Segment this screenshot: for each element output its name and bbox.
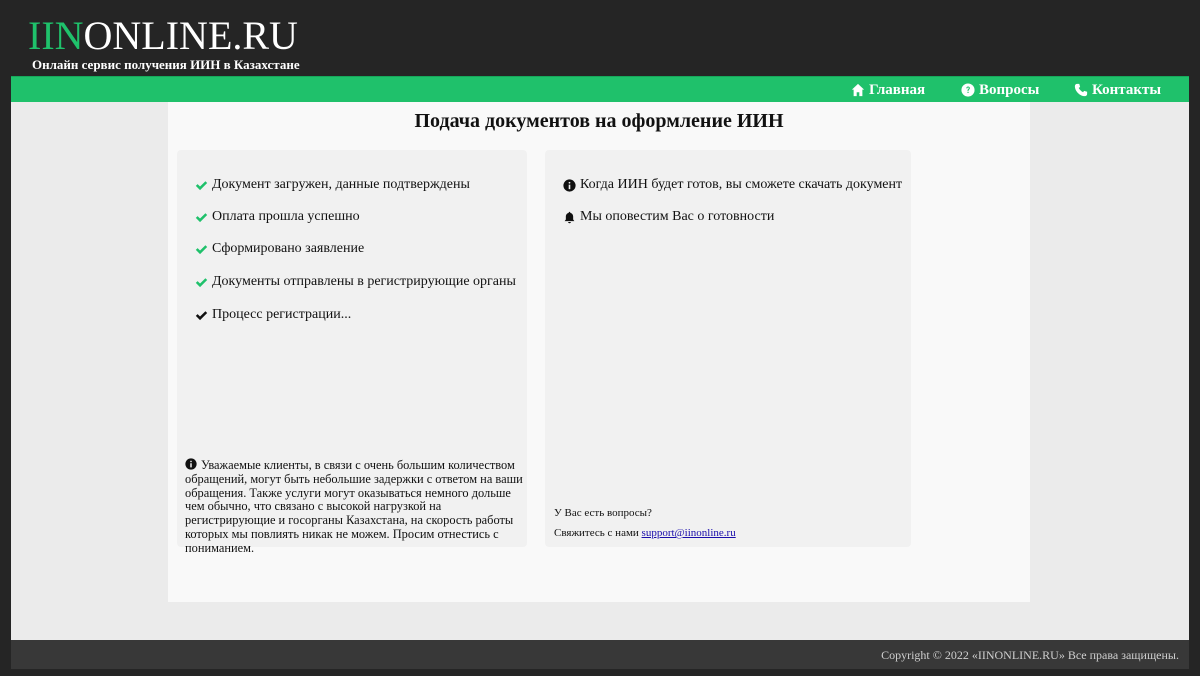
- step-label: Документ загружен, данные подтверждены: [212, 177, 470, 192]
- nav-faq[interactable]: Вопросы: [961, 81, 1039, 99]
- support-email-link[interactable]: support@iinonline.ru: [642, 527, 736, 539]
- notify-item: Мы оповестим Вас о готовности: [563, 209, 774, 225]
- home-icon: [851, 83, 865, 97]
- step-item: Документы отправлены в регистрирующие ор…: [195, 274, 516, 290]
- step-item: Процесс регистрации...: [195, 307, 351, 323]
- bell-icon: [564, 211, 575, 223]
- contact-line: Свяжитесь с нами support@iinonline.ru: [554, 527, 736, 539]
- info-item: Когда ИИН будет готов, вы сможете скачат…: [563, 177, 902, 193]
- step-label: Процесс регистрации...: [212, 307, 352, 322]
- info-circle-icon: [563, 178, 576, 192]
- questions-text: У Вас есть вопросы?: [554, 507, 652, 519]
- info-item-label: Когда ИИН будет готов, вы сможете скачат…: [580, 177, 903, 192]
- site-footer: Copyright © 2022 «IINONLINE.RU» Все прав…: [11, 640, 1189, 669]
- notify-item-label: Мы оповестим Вас о готовности: [580, 209, 775, 224]
- logo-accent: IIN: [28, 13, 84, 58]
- nav-contacts-label: Контакты: [1092, 82, 1162, 98]
- notice-text: Уважаемые клиенты, в связи с очень больш…: [185, 458, 527, 556]
- site-header: IINONLINE.RU Онлайн сервис получения ИИН…: [0, 0, 1200, 76]
- step-item: Оплата прошла успешно: [195, 209, 360, 225]
- nav-home[interactable]: Главная: [851, 81, 925, 99]
- logo-rest: ONLINE.RU: [83, 13, 298, 58]
- check-icon: [195, 277, 208, 287]
- copyright-text: Copyright © 2022 «IINONLINE.RU» Все прав…: [881, 648, 1179, 662]
- contact-prefix: Свяжитесь с нами: [554, 527, 639, 539]
- step-item: Сформировано заявление: [195, 241, 364, 257]
- check-icon: [195, 244, 208, 254]
- content-area: Подача документов на оформление ИИН Доку…: [11, 102, 1189, 640]
- check-icon: [195, 180, 208, 190]
- question-circle-icon: [961, 83, 975, 97]
- page-title: Подача документов на оформление ИИН: [414, 110, 784, 132]
- notice-body: Уважаемые клиенты, в связи с очень больш…: [185, 458, 523, 555]
- step-item: Документ загружен, данные подтверждены: [195, 177, 470, 193]
- phone-icon: [1074, 83, 1088, 97]
- status-card: Когда ИИН будет готов, вы сможете скачат…: [545, 150, 911, 547]
- site-logo[interactable]: IINONLINE.RU: [28, 14, 298, 58]
- step-label: Оплата прошла успешно: [212, 209, 360, 224]
- site-tagline: Онлайн сервис получения ИИН в Казахстане: [32, 57, 300, 72]
- check-icon: [195, 212, 208, 222]
- main-panel: Подача документов на оформление ИИН Доку…: [168, 102, 1030, 602]
- nav-contacts[interactable]: Контакты: [1074, 81, 1161, 99]
- progress-card: Документ загружен, данные подтверждены О…: [177, 150, 527, 555]
- check-icon: [195, 310, 208, 320]
- nav-faq-label: Вопросы: [979, 82, 1040, 98]
- main-nav: Главная Вопросы Контакты: [11, 76, 1189, 102]
- nav-home-label: Главная: [869, 82, 926, 98]
- step-label: Документы отправлены в регистрирующие ор…: [212, 274, 516, 289]
- step-label: Сформировано заявление: [212, 241, 365, 256]
- info-circle-icon: [185, 458, 197, 470]
